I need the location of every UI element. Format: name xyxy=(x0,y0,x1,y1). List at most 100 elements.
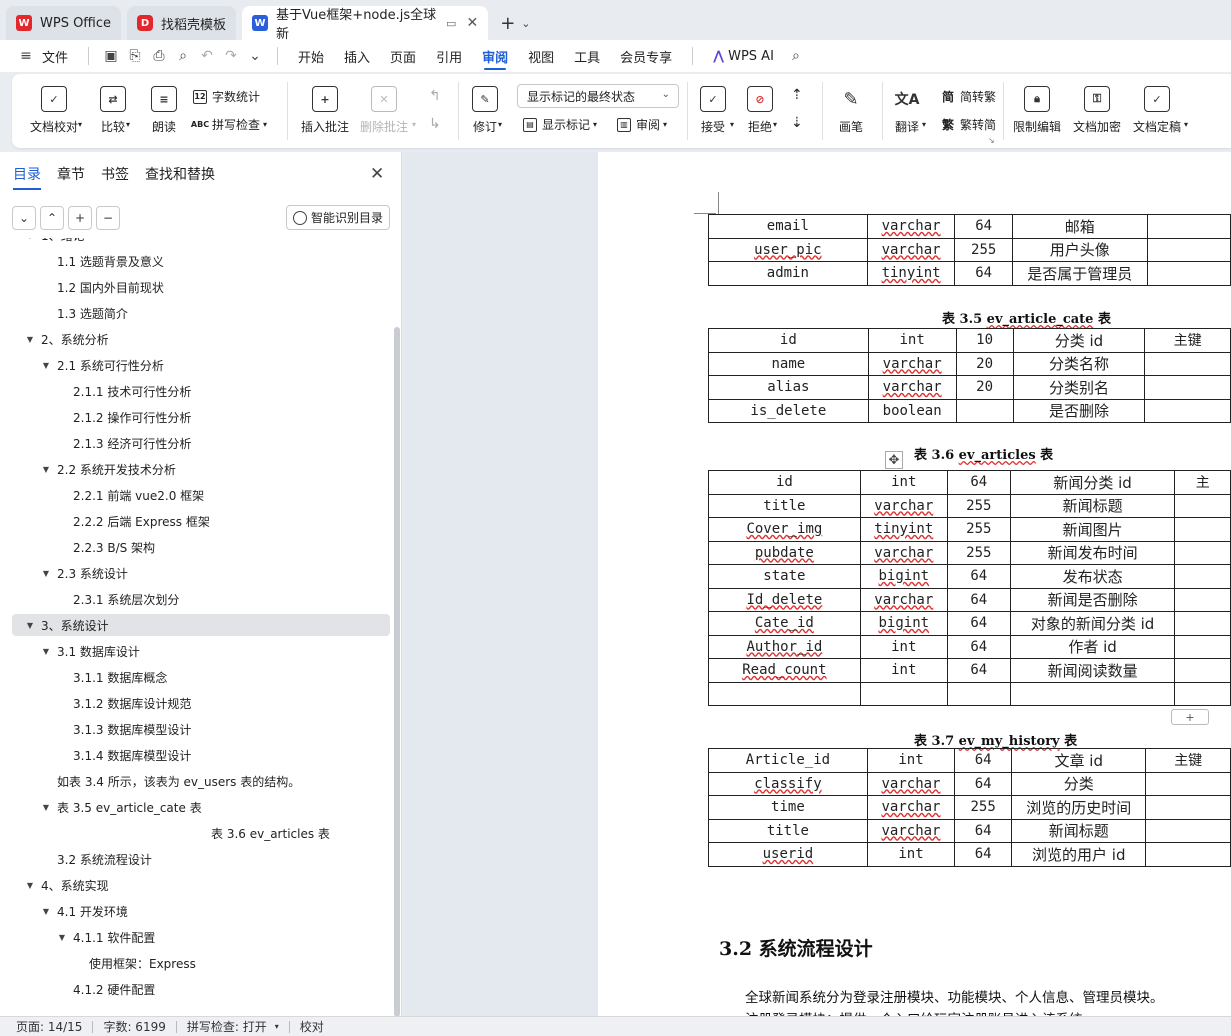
table-cell[interactable]: id xyxy=(708,328,869,353)
close-icon[interactable]: ✕ xyxy=(466,15,478,31)
toc-item[interactable]: 如表 3.4 所示，该表为 ev_users 表的结构。 xyxy=(40,770,300,792)
table-cell[interactable]: 新闻标题 xyxy=(1011,818,1147,843)
toc-item[interactable]: 使用框架：Express xyxy=(72,952,196,974)
table-cell[interactable]: title xyxy=(708,493,861,518)
read-aloud-button[interactable]: ≡ 朗读 xyxy=(151,86,177,135)
menu-start[interactable]: 开始 xyxy=(288,40,334,72)
accept-button[interactable]: ✓ 接受 xyxy=(700,86,726,135)
delete-comment-button[interactable]: ✕ 删除批注 xyxy=(360,86,408,135)
table-cell[interactable]: 64 xyxy=(954,261,1013,286)
table-cell[interactable]: varchar xyxy=(866,795,956,820)
table-cell[interactable] xyxy=(1174,681,1231,706)
table-cell[interactable] xyxy=(1174,587,1231,612)
proof-status[interactable]: 校对 xyxy=(300,1018,324,1035)
table-cell[interactable]: classify xyxy=(708,771,868,796)
to-traditional-button[interactable]: 简 简转繁 xyxy=(941,88,996,105)
table-cell[interactable]: 255 xyxy=(954,237,1013,262)
review-pane-button[interactable]: ▥ 审阅 ▾ xyxy=(617,116,667,133)
print-icon[interactable]: ⎙ xyxy=(147,48,171,64)
table-cell[interactable] xyxy=(1174,564,1231,589)
compare-button[interactable]: ⇄ 比较 xyxy=(100,86,126,135)
table-cell[interactable]: int xyxy=(859,658,948,683)
toc-item[interactable]: ▼ 4.1.1 软件配置 xyxy=(56,926,155,948)
table-cell[interactable]: Author_id xyxy=(708,634,861,659)
table-cell[interactable]: 发布状态 xyxy=(1009,564,1176,589)
expand-arrow-icon[interactable]: ▼ xyxy=(40,803,52,812)
table-cell[interactable]: user_pic xyxy=(708,237,868,262)
table-cell[interactable] xyxy=(1146,214,1231,239)
table-cell[interactable]: 浏览的历史时间 xyxy=(1011,795,1147,820)
tab-wps-office[interactable]: W WPS Office xyxy=(6,6,122,40)
expand-arrow-icon[interactable]: ▼ xyxy=(24,238,36,240)
table-cell[interactable] xyxy=(1174,658,1231,683)
table-cell[interactable]: int xyxy=(866,842,956,867)
smart-toc-button[interactable]: 智能识别目录 xyxy=(286,205,390,230)
table-cell[interactable]: 255 xyxy=(946,540,1011,565)
table-cell[interactable]: is_delete xyxy=(708,398,869,423)
next-change-icon[interactable]: ⇣ xyxy=(791,115,803,131)
table-cell[interactable]: bigint xyxy=(859,564,948,589)
menu-member[interactable]: 会员专享 xyxy=(610,40,682,72)
table-cell[interactable]: 新闻是否删除 xyxy=(1009,587,1176,612)
export-icon[interactable]: ⎘ xyxy=(123,48,147,64)
table-cell[interactable]: 邮箱 xyxy=(1011,214,1148,239)
chevron-down-icon[interactable]: ▾ xyxy=(275,1022,279,1031)
table-cell[interactable]: 分类别名 xyxy=(1012,375,1146,400)
print-preview-icon[interactable]: ⌕ xyxy=(171,48,195,64)
table-cell[interactable]: int xyxy=(867,328,957,353)
table-cell[interactable]: tinyint xyxy=(866,261,956,286)
toc-item[interactable]: 2.1.3 经济可行性分析 xyxy=(56,432,191,454)
table-cell[interactable]: 64 xyxy=(954,818,1013,843)
spell-check-status[interactable]: 拼写检查: 打开 xyxy=(187,1018,267,1035)
show-markup-button[interactable]: ▤ 显示标记 ▾ xyxy=(523,116,597,133)
prev-change-icon[interactable]: ⇡ xyxy=(791,87,803,103)
table-cell[interactable]: 主键 xyxy=(1144,328,1231,353)
table-cell[interactable]: tinyint xyxy=(859,517,948,542)
table-cell[interactable]: bigint xyxy=(859,611,948,636)
table-ev-article-cate[interactable]: id int 10 分类 id 主键 name varchar 20 分类名称 alias varc… xyxy=(708,328,1231,423)
redo-icon[interactable]: ↷ xyxy=(219,48,243,64)
tab-chapters[interactable]: 章节 xyxy=(57,164,85,190)
table-ev-users[interactable]: email varchar 64 邮箱 user_pic varchar 255 用户头像 ad… xyxy=(708,214,1231,286)
new-tab-button[interactable]: + xyxy=(494,6,521,40)
table-cell[interactable]: 新闻图片 xyxy=(1009,517,1176,542)
expand-arrow-icon[interactable]: ▼ xyxy=(40,465,52,474)
table-cell[interactable]: 64 xyxy=(954,748,1013,773)
table-cell[interactable]: name xyxy=(708,351,869,376)
table-cell[interactable] xyxy=(1144,375,1231,400)
table-cell[interactable]: varchar xyxy=(866,214,956,239)
table-cell[interactable]: pubdate xyxy=(708,540,861,565)
toc-item[interactable]: 3.1.4 数据库模型设计 xyxy=(56,744,191,766)
table-cell[interactable] xyxy=(1145,818,1231,843)
table-cell[interactable]: int xyxy=(859,470,948,495)
toc-item[interactable]: 3.1.2 数据库设计规范 xyxy=(56,692,191,714)
toc-item[interactable]: 2.2.2 后端 Express 框架 xyxy=(56,510,210,532)
prev-comment-icon[interactable]: ↰ xyxy=(429,88,441,104)
table-cell[interactable]: 文章 id xyxy=(1011,748,1147,773)
expand-icon[interactable]: ↘ xyxy=(988,136,995,145)
table-cell[interactable] xyxy=(1009,681,1176,706)
table-cell[interactable]: state xyxy=(708,564,861,589)
table-cell[interactable]: varchar xyxy=(866,771,956,796)
table-cell[interactable] xyxy=(1145,771,1231,796)
table-cell[interactable] xyxy=(1144,398,1231,423)
table-cell[interactable]: boolean xyxy=(867,398,957,423)
toc-item[interactable]: 2.2.1 前端 vue2.0 框架 xyxy=(56,484,204,506)
chevron-down-icon[interactable]: ⌄ xyxy=(12,206,36,230)
menu-file[interactable]: 文件 xyxy=(38,40,78,72)
ink-button[interactable]: ✎ 画笔 xyxy=(838,86,864,135)
table-cell[interactable]: int xyxy=(859,634,948,659)
toc-item[interactable]: 2.2.3 B/S 架构 xyxy=(56,536,155,558)
table-cell[interactable]: 255 xyxy=(954,795,1013,820)
table-cell[interactable]: 浏览的用户 id xyxy=(1011,842,1147,867)
doc-check-button[interactable]: ✓ 文档校对 xyxy=(30,86,78,135)
undo-icon[interactable]: ↶ xyxy=(195,48,219,64)
table-cell[interactable]: 64 xyxy=(946,658,1011,683)
restrict-edit-button[interactable]: 🔒︎ 限制编辑 xyxy=(1013,86,1061,135)
track-changes-button[interactable]: ✎ 修订 xyxy=(472,86,498,135)
table-cell[interactable]: alias xyxy=(708,375,869,400)
toc-item[interactable]: ▼ 4.1 开发环境 xyxy=(40,900,128,922)
table-cell[interactable]: time xyxy=(708,795,868,820)
table-cell[interactable]: varchar xyxy=(867,351,957,376)
toc-item[interactable]: 2.1.1 技术可行性分析 xyxy=(56,380,191,402)
